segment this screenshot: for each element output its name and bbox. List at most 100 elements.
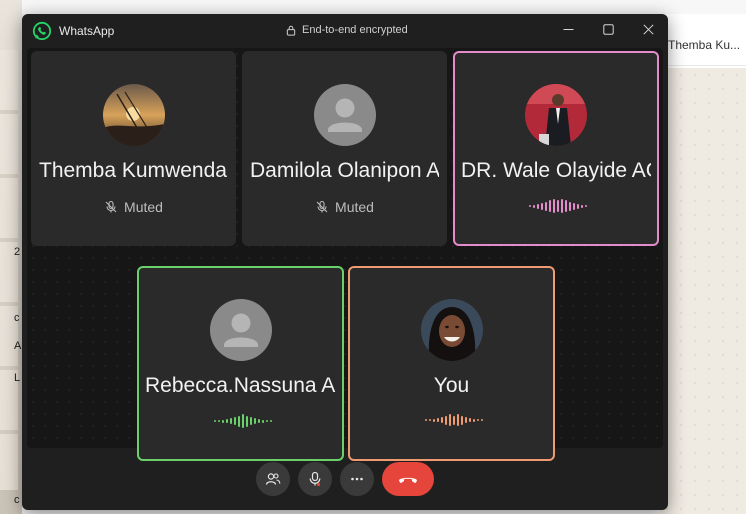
background-char: c [14, 312, 20, 324]
sunset-photo-icon [102, 84, 165, 146]
waveform-bar [424, 419, 427, 421]
waveform-bar [452, 415, 455, 425]
waveform-bar [261, 419, 264, 423]
waveform-bar [444, 415, 447, 425]
waveform-bar [221, 419, 224, 423]
default-avatar-icon [327, 98, 362, 132]
mute-label: Muted [335, 199, 374, 215]
waveform-bar [476, 419, 479, 421]
more-options-button[interactable] [340, 462, 374, 496]
close-button[interactable] [628, 14, 668, 44]
waveform-bar [533, 204, 535, 208]
waveform-bar [257, 419, 260, 423]
lock-icon [286, 25, 296, 36]
participant-name: Themba Kumwenda AG [39, 159, 228, 182]
avatar [525, 84, 587, 146]
waveform-bar [577, 203, 579, 209]
participant-name: DR. Wale Olayide AG [461, 159, 651, 182]
waveform-bar [545, 201, 547, 211]
waveform-bar [217, 420, 220, 422]
end-call-button[interactable] [382, 462, 434, 496]
mute-status: Muted [244, 199, 445, 215]
waveform-bar [561, 199, 563, 213]
participant-name: Damilola Olanipon AG [250, 159, 439, 182]
waveform-bar [253, 418, 256, 424]
mute-label: Muted [124, 199, 163, 215]
background-app-left: 2 c A L c [0, 0, 22, 514]
mute-status: Muted [33, 199, 234, 215]
background-char: L [14, 372, 21, 384]
background-char: A [14, 340, 22, 352]
waveform-bar [456, 414, 459, 426]
waveform-bar [241, 414, 244, 428]
call-window: WhatsApp End-to-end encrypted Themba Kum… [22, 14, 668, 510]
waveform-bar [249, 417, 252, 425]
audio-waveform [213, 414, 272, 428]
waveform-bar [213, 420, 216, 422]
waveform-bar [432, 418, 435, 422]
participant-tile-you[interactable]: You [348, 266, 555, 461]
waveform-bar [436, 418, 439, 422]
audio-waveform [424, 414, 483, 426]
participant-tile-themba[interactable]: Themba Kumwenda AG Muted [31, 51, 236, 246]
default-avatar-icon [223, 313, 258, 347]
participant-tile-rebecca[interactable]: Rebecca.Nassuna AG [137, 266, 344, 461]
waveform-bar [537, 203, 539, 209]
maximize-icon [602, 23, 614, 35]
mic-off-icon [316, 200, 328, 213]
background-char: 2 [14, 246, 21, 258]
avatar [420, 299, 483, 361]
desktop-background-top [0, 0, 746, 14]
microphone-button[interactable] [298, 462, 332, 496]
avatar [102, 84, 165, 146]
waveform-bar [549, 200, 551, 212]
waveform-bar [464, 417, 467, 423]
title-bar[interactable]: WhatsApp End-to-end encrypted [22, 14, 668, 48]
participant-tile-damilola[interactable]: Damilola Olanipon AG Muted [242, 51, 447, 246]
waveform-bar [553, 199, 555, 213]
waveform-bar [529, 205, 531, 207]
end-call-icon [399, 477, 417, 483]
background-char: c [14, 494, 20, 506]
avatar [209, 299, 272, 361]
app-title: WhatsApp [59, 24, 115, 38]
waveform-bar [448, 414, 451, 426]
woman-photo-icon [420, 299, 483, 361]
waveform-bar [460, 415, 463, 425]
minimize-icon [563, 28, 573, 30]
participant-grid: Themba Kumwenda AG Muted Damilola Olanip [27, 48, 663, 461]
background-strip [0, 50, 18, 490]
waveform-bar [581, 204, 583, 208]
waveform-bar [541, 202, 543, 210]
background-chat-body [660, 68, 746, 514]
waveform-bar [557, 200, 559, 212]
waveform-bar [225, 419, 228, 423]
waveform-bar [480, 419, 483, 421]
encryption-label: End-to-end encrypted [302, 24, 408, 36]
waveform-bar [229, 418, 232, 424]
call-control-bar [22, 454, 668, 510]
microphone-icon [309, 471, 321, 487]
waveform-bar [428, 419, 431, 421]
maximize-button[interactable] [588, 14, 628, 44]
waveform-bar [569, 201, 571, 211]
close-icon [642, 23, 654, 35]
participant-name: You [433, 374, 470, 397]
whatsapp-logo-icon [32, 21, 52, 41]
waveform-bar [440, 417, 443, 423]
waveform-bar [573, 202, 575, 210]
participants-button[interactable] [256, 462, 290, 496]
waveform-bar [468, 418, 471, 422]
waveform-bar [233, 417, 236, 425]
participants-icon [265, 473, 281, 485]
waveform-bar [269, 420, 272, 422]
waveform-bar [237, 415, 240, 427]
avatar [313, 84, 376, 146]
participant-name: Rebecca.Nassuna AG [145, 374, 336, 397]
mic-off-icon [105, 200, 117, 213]
minimize-button[interactable] [548, 14, 588, 44]
participant-tile-wale[interactable]: DR. Wale Olayide AG [453, 51, 659, 246]
background-chat-name: Themba Ku... [668, 38, 741, 52]
waveform-bar [585, 205, 587, 207]
waveform-bar [265, 420, 268, 422]
